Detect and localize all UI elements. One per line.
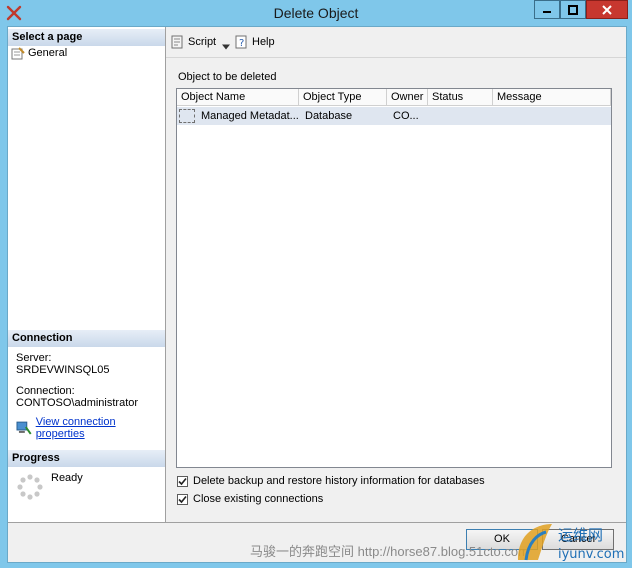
svg-text:?: ? (239, 38, 244, 49)
progress-spinner-icon (17, 474, 43, 500)
row-selector[interactable] (179, 109, 195, 123)
help-label: Help (252, 36, 275, 48)
script-button[interactable]: Script (170, 34, 216, 50)
column-header-object-name[interactable]: Object Name (177, 89, 299, 106)
title-bar[interactable]: Delete Object (0, 0, 632, 26)
minimize-icon (543, 10, 551, 13)
toolbar: Script ? Help (166, 27, 626, 58)
cell-message (493, 107, 611, 125)
delete-backup-history-option[interactable]: Delete backup and restore history inform… (177, 475, 485, 487)
watermark-logo-sub: iyunv.com (558, 547, 624, 562)
page-item-label: General (28, 47, 68, 59)
watermark-logo-text: 运维网 (558, 526, 603, 544)
column-header-object-type[interactable]: Object Type (299, 89, 387, 106)
objects-grid: Object Name Object Type Owner Status Mes… (176, 88, 612, 468)
connection-value: CONTOSO\administrator (16, 397, 139, 409)
script-label: Script (188, 36, 217, 48)
progress-header: Progress (8, 450, 165, 467)
progress-status: Ready (51, 472, 83, 484)
select-page-header: Select a page (8, 29, 165, 46)
maximize-icon (568, 4, 578, 15)
view-connection-properties[interactable]: View connection properties (16, 416, 165, 440)
chevron-down-icon[interactable] (222, 39, 230, 55)
close-connections-label: Close existing connections (193, 493, 324, 505)
help-button[interactable]: ? Help (234, 34, 275, 50)
maximize-button[interactable] (560, 0, 586, 19)
delete-backup-history-label: Delete backup and restore history inform… (193, 475, 485, 487)
page-item-general[interactable]: General (11, 46, 67, 60)
help-icon: ? (235, 35, 247, 49)
wrench-page-icon (11, 46, 25, 59)
server-value: SRDEVWINSQL05 (16, 364, 110, 376)
column-header-status[interactable]: Status (428, 89, 493, 106)
script-icon (171, 35, 183, 48)
objects-label: Object to be deleted (178, 71, 277, 83)
column-header-message[interactable]: Message (493, 89, 611, 106)
connection-label: Connection: (16, 385, 75, 397)
close-connections-checkbox[interactable] (177, 493, 188, 505)
table-row[interactable]: Managed Metadat... Database CO... (177, 107, 611, 125)
minimize-button[interactable] (534, 0, 560, 19)
watermark-text: 马骏一的奔跑空间 http://horse87.blog.51cto.com (250, 544, 529, 559)
connection-properties-icon (16, 421, 32, 435)
checkmark-icon (178, 477, 187, 485)
cell-object-name: Managed Metadat... (201, 110, 299, 122)
server-label: Server: (16, 352, 52, 364)
view-connection-link[interactable]: View connection properties (36, 416, 165, 440)
connection-header: Connection (8, 330, 165, 347)
delete-backup-history-checkbox[interactable] (177, 475, 188, 487)
cell-object-type: Database (305, 110, 353, 122)
cell-status (428, 107, 493, 125)
close-connections-option[interactable]: Close existing connections (177, 493, 323, 505)
column-header-owner[interactable]: Owner (387, 89, 428, 106)
checkmark-icon (178, 495, 187, 503)
grid-header: Object Name Object Type Owner Status Mes… (177, 89, 611, 106)
left-pane: Select a page General Connection Server:… (8, 27, 166, 522)
cell-owner: CO... (393, 110, 419, 122)
dialog-client-area: Select a page General Connection Server:… (7, 26, 627, 563)
close-button[interactable] (586, 0, 628, 19)
close-icon (602, 4, 612, 15)
watermark-logo: 运维网 iyunv.com (518, 524, 624, 562)
dialog-window: Delete Object Select a page General Conn… (0, 0, 632, 568)
